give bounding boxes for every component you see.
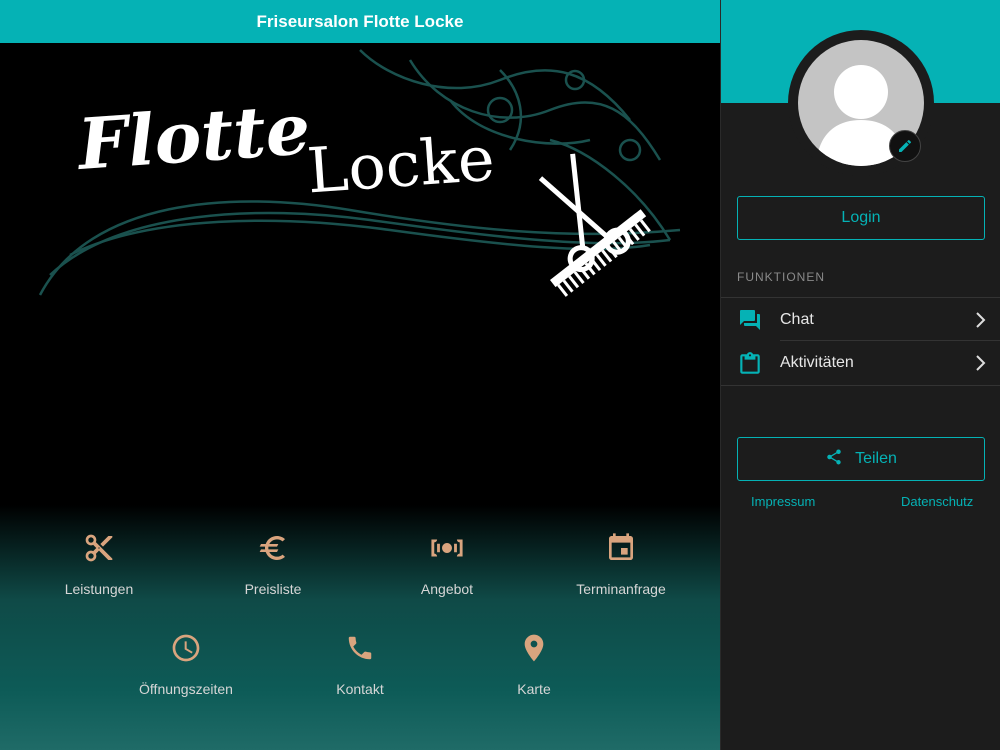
app-root: Friseursalon Flotte Locke Flotte Locke L… (0, 0, 1000, 750)
chat-icon (737, 308, 763, 332)
chevron-right-icon (975, 311, 987, 334)
euro-icon (255, 530, 291, 566)
title-bar: Friseursalon Flotte Locke (0, 0, 720, 43)
tile-leistungen[interactable]: Leistungen (29, 530, 169, 597)
tile-label: Leistungen (64, 581, 134, 597)
tile-kontakt[interactable]: Kontakt (290, 630, 430, 697)
map-pin-icon (516, 630, 552, 666)
phone-icon (342, 630, 378, 666)
tile-preisliste[interactable]: Preisliste (203, 530, 343, 597)
chevron-right-icon (975, 354, 987, 377)
clock-icon (168, 630, 204, 666)
menu-item-aktivitaeten[interactable]: Aktivitäten (721, 341, 1000, 385)
edit-avatar-button[interactable] (889, 130, 921, 162)
clipboard-icon (737, 351, 763, 375)
tile-label: Angebot (420, 581, 474, 597)
tile-oeffnungszeiten[interactable]: Öffnungszeiten (116, 630, 256, 697)
share-icon (825, 448, 843, 471)
money-icon (429, 530, 465, 566)
scissors-icon (81, 530, 117, 566)
salon-logo: Flotte Locke (30, 40, 700, 320)
tile-terminanfrage[interactable]: Terminanfrage (551, 530, 691, 597)
logo-word-locke: Locke (304, 121, 497, 208)
tile-label: Öffnungszeiten (139, 681, 233, 697)
menu-item-label: Chat (780, 310, 814, 328)
sidebar: Login FUNKTIONEN Chat Aktivitäten Teilen… (720, 0, 1000, 750)
tile-angebot[interactable]: Angebot (377, 530, 517, 597)
calendar-icon (603, 530, 639, 566)
tile-label: Terminanfrage (576, 581, 666, 597)
logo-word-flotte: Flotte (75, 87, 313, 186)
tile-label: Kontakt (336, 681, 384, 697)
tile-label: Karte (517, 681, 551, 697)
tile-karte[interactable]: Karte (464, 630, 604, 697)
main-panel: Friseursalon Flotte Locke Flotte Locke L… (0, 0, 720, 750)
login-button[interactable]: Login (737, 196, 985, 240)
tile-label: Preisliste (244, 581, 302, 597)
impressum-link[interactable]: Impressum (751, 494, 815, 509)
divider (721, 385, 1000, 386)
pencil-icon (899, 139, 912, 152)
menu-item-chat[interactable]: Chat (721, 297, 1000, 341)
datenschutz-link[interactable]: Datenschutz (901, 494, 973, 509)
page-title: Friseursalon Flotte Locke (256, 11, 464, 31)
share-button[interactable]: Teilen (737, 437, 985, 481)
share-button-label: Teilen (855, 450, 897, 467)
menu-item-label: Aktivitäten (780, 354, 854, 371)
login-button-label: Login (841, 209, 881, 226)
section-heading: FUNKTIONEN (737, 270, 825, 284)
